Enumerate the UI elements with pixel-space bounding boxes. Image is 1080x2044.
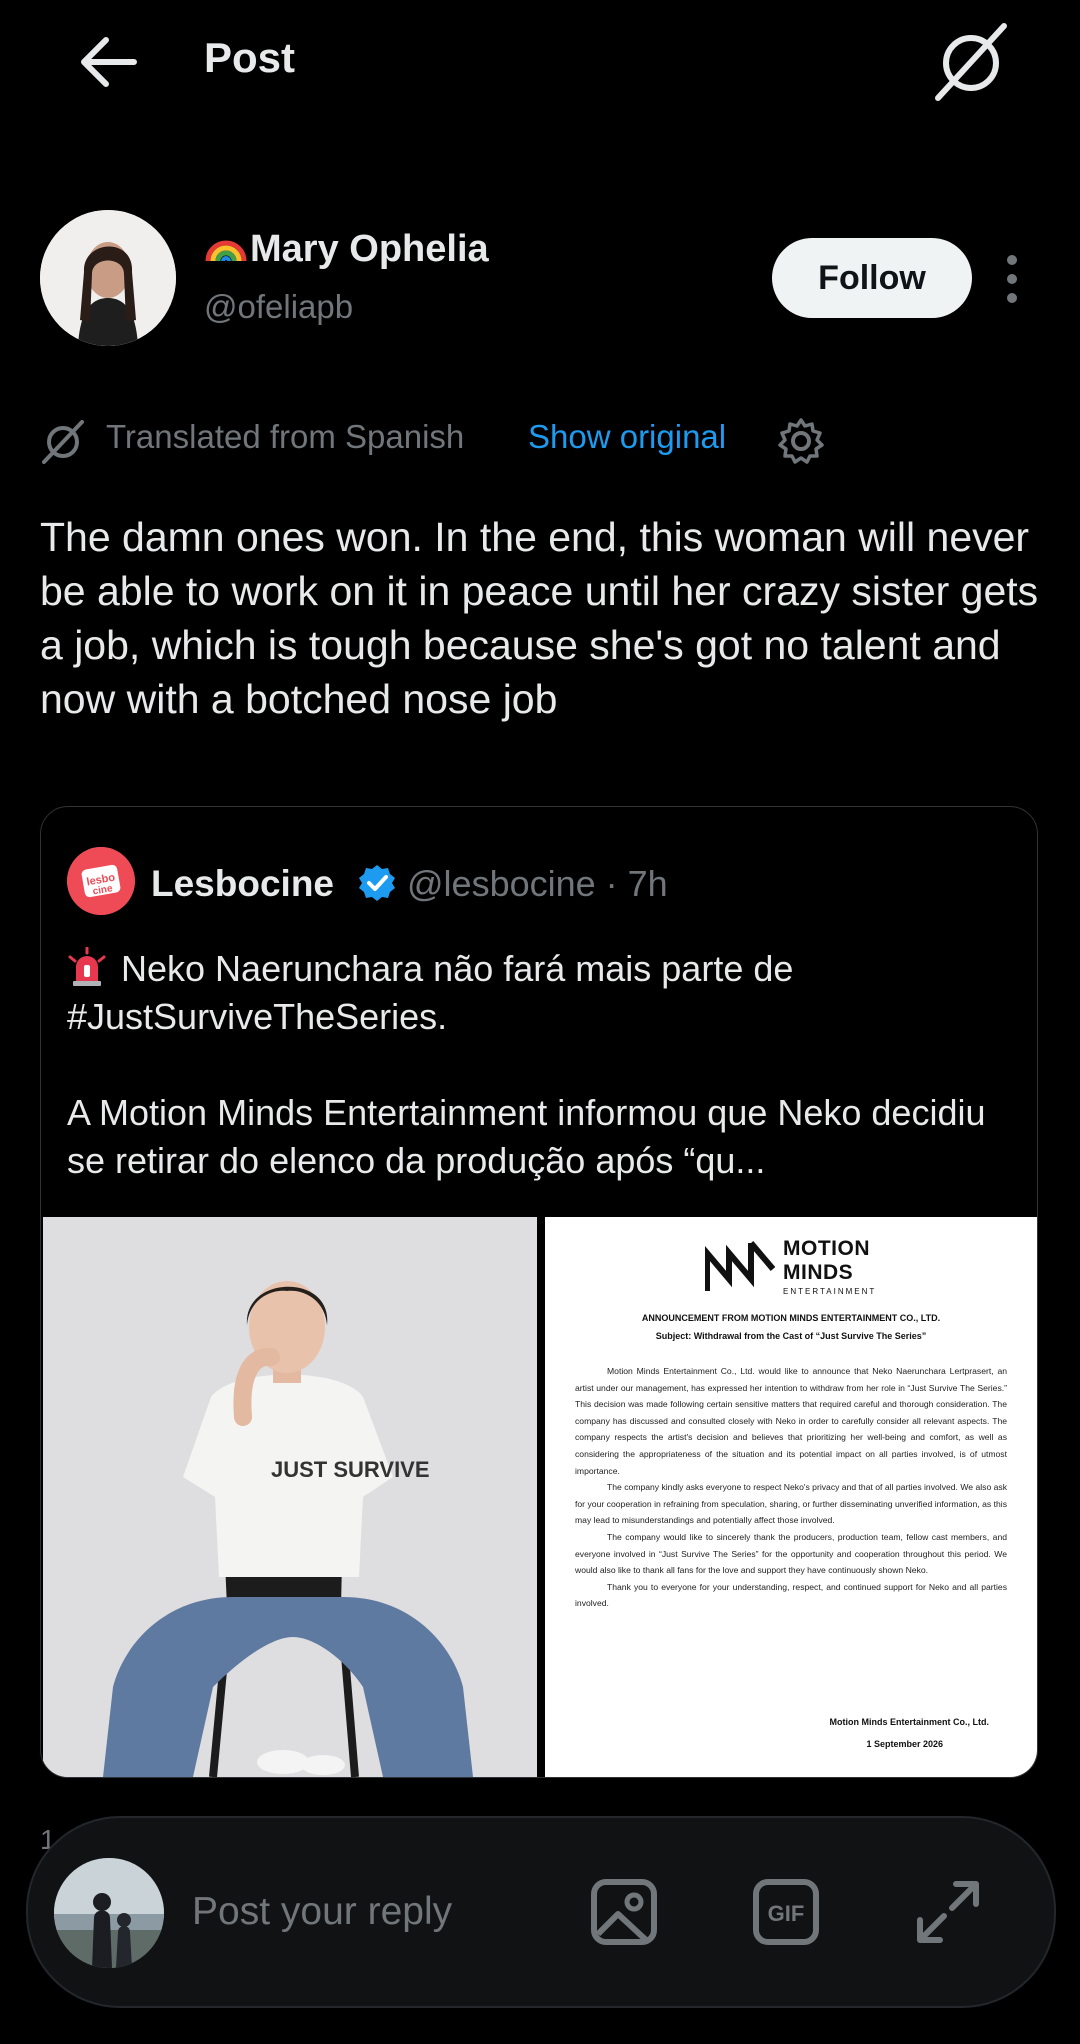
add-image-button[interactable] xyxy=(588,1876,660,1948)
doc-logo-line2: MINDS xyxy=(783,1261,854,1284)
image-icon xyxy=(591,1879,657,1945)
gif-icon: GIF xyxy=(753,1879,819,1945)
quote-photo-actress[interactable]: JUST SURVIVE xyxy=(43,1217,537,1777)
doc-date: 1 September 2026 xyxy=(866,1739,943,1749)
quote-avatar[interactable]: lesbo cine xyxy=(67,847,135,915)
post-text: The damn ones won. In the end, this woma… xyxy=(40,514,1039,722)
top-bar: Post xyxy=(0,0,1080,130)
reply-composer[interactable]: Post your reply GIF xyxy=(26,1816,1056,2008)
quote-text-body: Neko Naerunchara não fará mais parte de … xyxy=(67,948,986,1181)
quote-photo-announcement[interactable]: MOTION MINDS ENTERTAINMENT ANNOUNCEMENT … xyxy=(545,1217,1037,1777)
doc-subject: Subject: Withdrawal from the Cast of “Ju… xyxy=(655,1331,927,1341)
add-gif-button[interactable]: GIF xyxy=(750,1876,822,1948)
doc-paragraph: Thank you to everyone for your understan… xyxy=(575,1581,1007,1609)
user-avatar-photo xyxy=(54,1858,164,1968)
page-title: Post xyxy=(204,34,296,81)
doc-paragraph: The company would like to sincerely than… xyxy=(575,1531,1007,1576)
grok-icon xyxy=(935,23,1007,101)
translate-icon xyxy=(42,420,84,464)
translation-row: Translated from Spanish Show original xyxy=(40,412,1040,466)
more-options-button[interactable] xyxy=(992,252,1032,306)
doc-paragraph: The company kindly asks everyone to resp… xyxy=(575,1482,1007,1526)
back-arrow-icon xyxy=(81,37,137,87)
user-avatar xyxy=(54,1858,164,1968)
expand-composer-button[interactable] xyxy=(912,1876,984,1948)
doc-heading: ANNOUNCEMENT FROM MOTION MINDS ENTERTAIN… xyxy=(641,1313,941,1323)
doc-paragraph: Motion Minds Entertainment Co., Ltd. wou… xyxy=(575,1366,1007,1476)
author-name-text: Mary Ophelia xyxy=(250,228,489,270)
more-icon xyxy=(1007,255,1017,303)
grok-button[interactable] xyxy=(928,18,1014,104)
siren-icon xyxy=(68,947,106,986)
author-display-name[interactable]: Mary Ophelia xyxy=(204,228,489,271)
verified-icon xyxy=(359,865,395,901)
rainbow-icon xyxy=(205,240,247,262)
reply-input[interactable]: Post your reply xyxy=(192,1890,452,1934)
doc-logo-line1: MOTION xyxy=(783,1237,870,1260)
doc-logo-line3: ENTERTAINMENT xyxy=(783,1287,877,1296)
gif-label: GIF xyxy=(768,1901,805,1926)
lesbocine-logo: lesbo cine xyxy=(67,847,135,915)
quoted-post[interactable]: lesbo cine Lesbocine @lesbocine · 7h Nek… xyxy=(40,806,1038,1778)
actress-photo: JUST SURVIVE xyxy=(43,1217,537,1777)
translated-label: Translated from Spanish xyxy=(106,418,465,455)
doc-body: Motion Minds Entertainment Co., Ltd. wou… xyxy=(575,1363,1007,1612)
quote-display-name[interactable]: Lesbocine xyxy=(151,863,334,905)
author-avatar[interactable] xyxy=(40,210,176,346)
gear-icon[interactable] xyxy=(776,416,826,466)
follow-button[interactable]: Follow xyxy=(772,238,972,318)
avatar-photo xyxy=(40,210,176,346)
shirt-text: JUST SURVIVE xyxy=(271,1457,430,1482)
author-handle[interactable]: @ofeliapb xyxy=(204,288,353,326)
quote-handle-time: @lesbocine · 7h xyxy=(407,863,668,904)
doc-signature: Motion Minds Entertainment Co., Ltd. xyxy=(829,1717,990,1727)
expand-icon xyxy=(917,1881,979,1943)
quote-text: Neko Naerunchara não fará mais parte de … xyxy=(67,945,1017,1185)
back-button[interactable] xyxy=(72,30,148,94)
show-original-link[interactable]: Show original xyxy=(528,418,726,456)
